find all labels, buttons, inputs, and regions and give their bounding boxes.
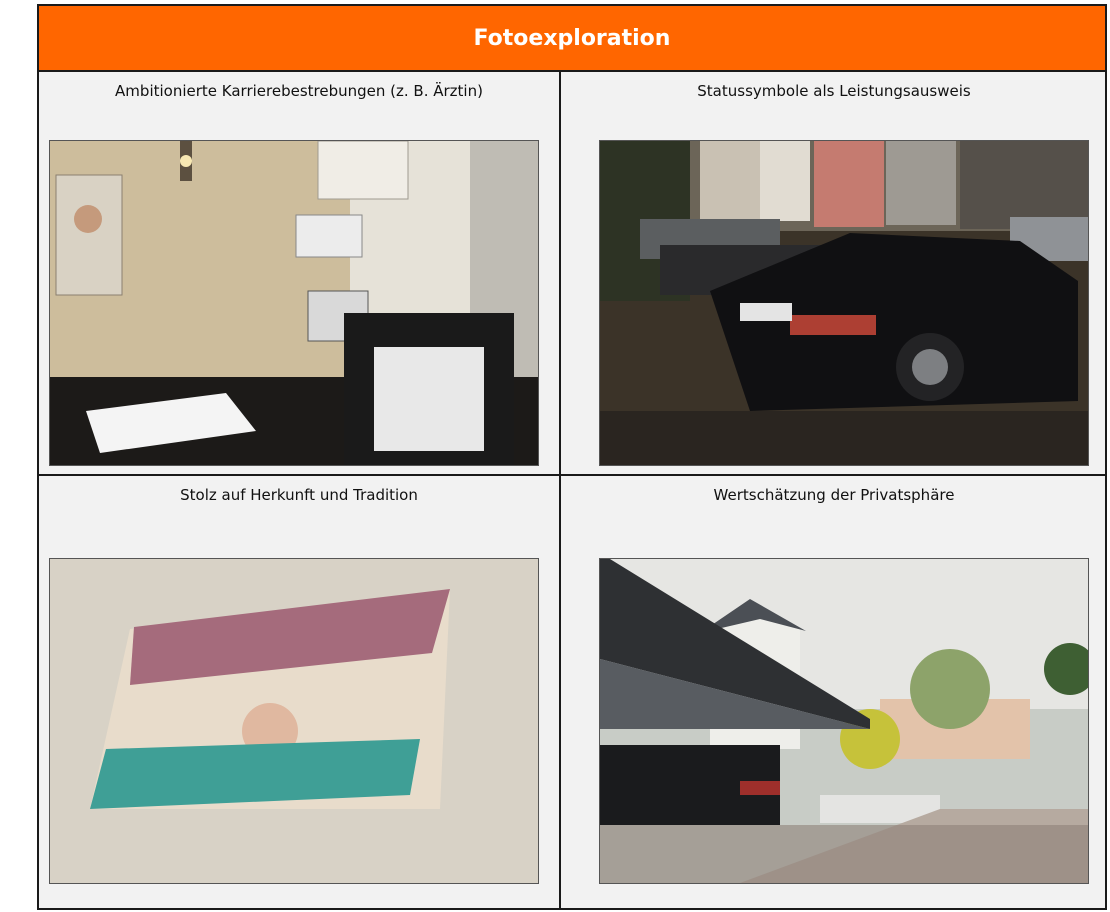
parked-cars-photo xyxy=(599,140,1089,466)
flag-photo xyxy=(49,558,539,884)
panel-heritage: Stolz auf Herkunft und Tradition xyxy=(39,476,559,910)
panel-caption: Stolz auf Herkunft und Tradition xyxy=(180,486,418,504)
panel-caption: Ambitionierte Karrierebestrebungen (z. B… xyxy=(115,82,483,100)
table-header: Fotoexploration xyxy=(39,6,1105,72)
doctor-office-photo xyxy=(49,140,539,466)
panel-status-symbols: Statussymbole als Leistungsausweis xyxy=(561,72,1107,474)
header-title: Fotoexploration xyxy=(473,25,671,51)
panel-career: Ambitionierte Karrierebestrebungen (z. B… xyxy=(39,72,559,474)
panel-privacy: Wertschätzung der Privatsphäre xyxy=(561,476,1107,910)
photo-exploration-table: Fotoexploration Ambitionierte Karrierebe… xyxy=(37,4,1107,910)
house-carport-photo xyxy=(599,558,1089,884)
panel-caption: Statussymbole als Leistungsausweis xyxy=(697,82,971,100)
panel-caption: Wertschätzung der Privatsphäre xyxy=(713,486,955,504)
